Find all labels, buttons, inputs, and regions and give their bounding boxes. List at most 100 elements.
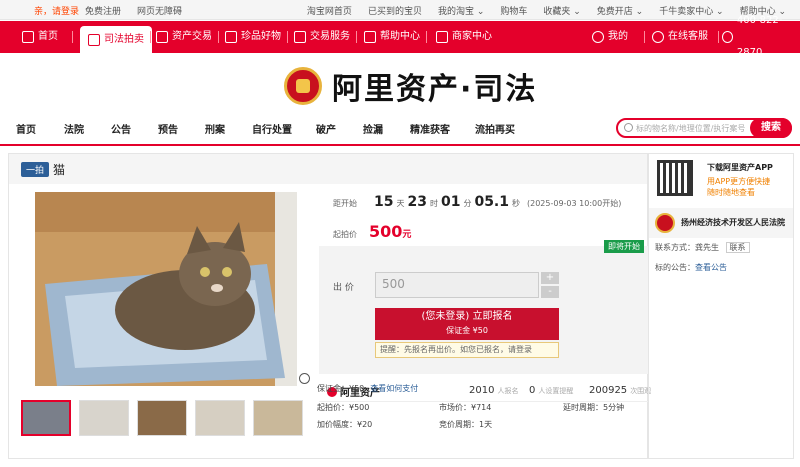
thumbnail[interactable]	[253, 400, 303, 436]
cat-bankruptcy[interactable]: 破产	[316, 121, 336, 136]
phone-icon	[722, 31, 733, 43]
start-date: (2025-09-03 10:00开始)	[527, 199, 622, 208]
cart-link[interactable]: 购物车	[500, 4, 527, 17]
gavel-icon	[88, 33, 100, 46]
search-icon	[624, 123, 633, 132]
divider	[287, 31, 288, 43]
cat-home[interactable]: 首页	[16, 121, 36, 136]
sidebar: 下载阿里资产APP 用APP更方便快捷 随时随地查看 扬州经济技术开发区人民法院…	[648, 153, 794, 459]
download-title[interactable]: 下载阿里资产APP	[707, 162, 773, 173]
notice-link[interactable]: 查看公告	[695, 263, 727, 272]
bid-input[interactable]: 500	[375, 272, 539, 298]
enrolled-stat: 2010 人报名	[469, 385, 518, 396]
param-market-price: 市场价：¥714	[439, 403, 492, 412]
start-price-label: 起拍价	[333, 230, 357, 239]
countdown-minutes: 01	[440, 194, 461, 210]
start-price: 500元	[369, 222, 411, 241]
thumbnail[interactable]	[137, 400, 187, 436]
item-panel: 一拍 猫 距开始 15 天 23 时 01 分 05.1 秒 (2025-09-…	[8, 153, 651, 459]
unit: 时	[429, 199, 438, 208]
court-emblem-icon	[655, 213, 675, 233]
cat-bargain[interactable]: 捡漏	[363, 121, 383, 136]
param-start-price: 起拍价：¥500	[317, 403, 370, 412]
asset-icon	[156, 31, 168, 43]
shop-icon	[436, 31, 448, 43]
reminder-tip: 提醒：先报名再出价。如您已报名，请登录	[375, 342, 559, 358]
unit: 秒	[512, 199, 520, 208]
seller-center-link[interactable]: 千牛卖家中心 ⌄	[659, 4, 723, 17]
taobao-home-link[interactable]: 淘宝网首页	[307, 4, 352, 17]
deposit-how-link[interactable]: 查看如何支付	[370, 384, 418, 393]
param-increment: 加价幅度：¥20	[317, 420, 373, 429]
bid-label: 出 价	[333, 283, 354, 293]
enrolled-count: 2010	[469, 385, 495, 396]
nav-phone[interactable]: 400-822-2870	[722, 15, 800, 58]
increase-bid-button[interactable]: +	[541, 272, 559, 284]
divider	[426, 31, 427, 43]
item-title: 猫	[53, 163, 66, 177]
divider	[150, 31, 151, 43]
login-link[interactable]: 亲，请登录	[34, 4, 79, 17]
nav-asset-trade[interactable]: 资产交易	[156, 21, 212, 53]
divider	[218, 31, 219, 43]
barrier-free-link[interactable]: 网页无障碍	[137, 4, 182, 17]
court-info[interactable]: 扬州经济技术开发区人民法院	[649, 208, 793, 238]
unit: 分	[463, 199, 472, 208]
nav-help-center[interactable]: 帮助中心	[364, 21, 420, 53]
home-icon	[22, 31, 34, 43]
bought-link[interactable]: 已买到的宝贝	[368, 4, 422, 17]
zoom-icon[interactable]	[299, 373, 310, 384]
search-input[interactable]: 标的物名称/地理位置/执行案号	[636, 123, 745, 134]
countdown-days: 15	[374, 194, 394, 210]
my-taobao-link[interactable]: 我的淘宝 ⌄	[438, 4, 484, 17]
nav-trade-service[interactable]: 交易服务	[294, 21, 350, 53]
search-button[interactable]: 搜索	[750, 118, 792, 138]
status-badge: 即将开始	[604, 240, 644, 253]
court-name: 扬州经济技术开发区人民法院	[681, 218, 785, 227]
headset-icon	[652, 31, 664, 43]
nav-merchant-center[interactable]: 商家中心	[436, 21, 492, 53]
reminder-count: 0	[529, 385, 536, 396]
site-logo[interactable]: 阿里资产·司法	[284, 64, 537, 108]
open-shop-link[interactable]: 免费开店 ⌄	[597, 4, 643, 17]
divider	[72, 31, 73, 43]
heart-icon	[294, 31, 306, 43]
item-title-bar: 一拍 猫	[9, 154, 647, 184]
cat-announcement[interactable]: 公告	[111, 121, 131, 136]
bid-box: 即将开始 出 价 500 + - (您未登录) 立即报名 保证金 ¥50 提醒：…	[319, 240, 648, 374]
cat-court[interactable]: 法院	[64, 121, 84, 136]
contact-button[interactable]: 联系	[725, 242, 750, 253]
nav-online-service[interactable]: 在线客服	[652, 21, 708, 53]
views-count: 200925	[589, 385, 628, 396]
thumbnail[interactable]	[21, 400, 71, 436]
round-badge: 一拍	[21, 162, 50, 177]
cat-relist[interactable]: 流拍再买	[475, 121, 515, 136]
nav-judicial-auction[interactable]: 司法拍卖	[80, 26, 152, 53]
cat-precise[interactable]: 精准获客	[410, 121, 450, 136]
top-utility-bar: 亲，请登录 免费注册 网页无障碍 淘宝网首页 已买到的宝贝 我的淘宝 ⌄ 购物车…	[0, 0, 800, 20]
main-nav: 首页 司法拍卖 资产交易 珍品好物 交易服务 帮助中心 商家中心 我的 在线客服…	[0, 15, 800, 58]
item-photo[interactable]	[35, 192, 297, 386]
cat-criminal[interactable]: 刑案	[205, 121, 225, 136]
signup-button[interactable]: (您未登录) 立即报名 保证金 ¥50	[375, 308, 559, 340]
countdown: 距开始 15 天 23 时 01 分 05.1 秒 (2025-09-03 10:00开…	[333, 194, 621, 210]
start-price-value: 500	[369, 222, 403, 241]
countdown-label: 距开始	[333, 199, 357, 208]
param-bid-period: 竞价周期：1天	[439, 420, 493, 429]
cat-self-disposal[interactable]: 自行处置	[252, 121, 292, 136]
contact-row: 联系方式：龚先生 联系	[655, 242, 750, 253]
reminder-label: 人设置提醒	[538, 387, 574, 395]
cat-preview[interactable]: 预告	[158, 121, 178, 136]
nav-home[interactable]: 首页	[22, 21, 58, 53]
register-link[interactable]: 免费注册	[85, 4, 121, 17]
favorites-link[interactable]: 收藏夹 ⌄	[543, 4, 580, 17]
start-price-row: 起拍价 500元	[333, 222, 411, 241]
divider	[0, 144, 800, 146]
unit: 天	[396, 199, 405, 208]
nav-treasures[interactable]: 珍品好物	[225, 21, 281, 53]
nav-mine[interactable]: 我的	[592, 21, 628, 53]
decrease-bid-button[interactable]: -	[541, 286, 559, 298]
thumbnail[interactable]	[79, 400, 129, 436]
views-stat: 200925 次围观	[589, 385, 651, 396]
thumbnail[interactable]	[195, 400, 245, 436]
